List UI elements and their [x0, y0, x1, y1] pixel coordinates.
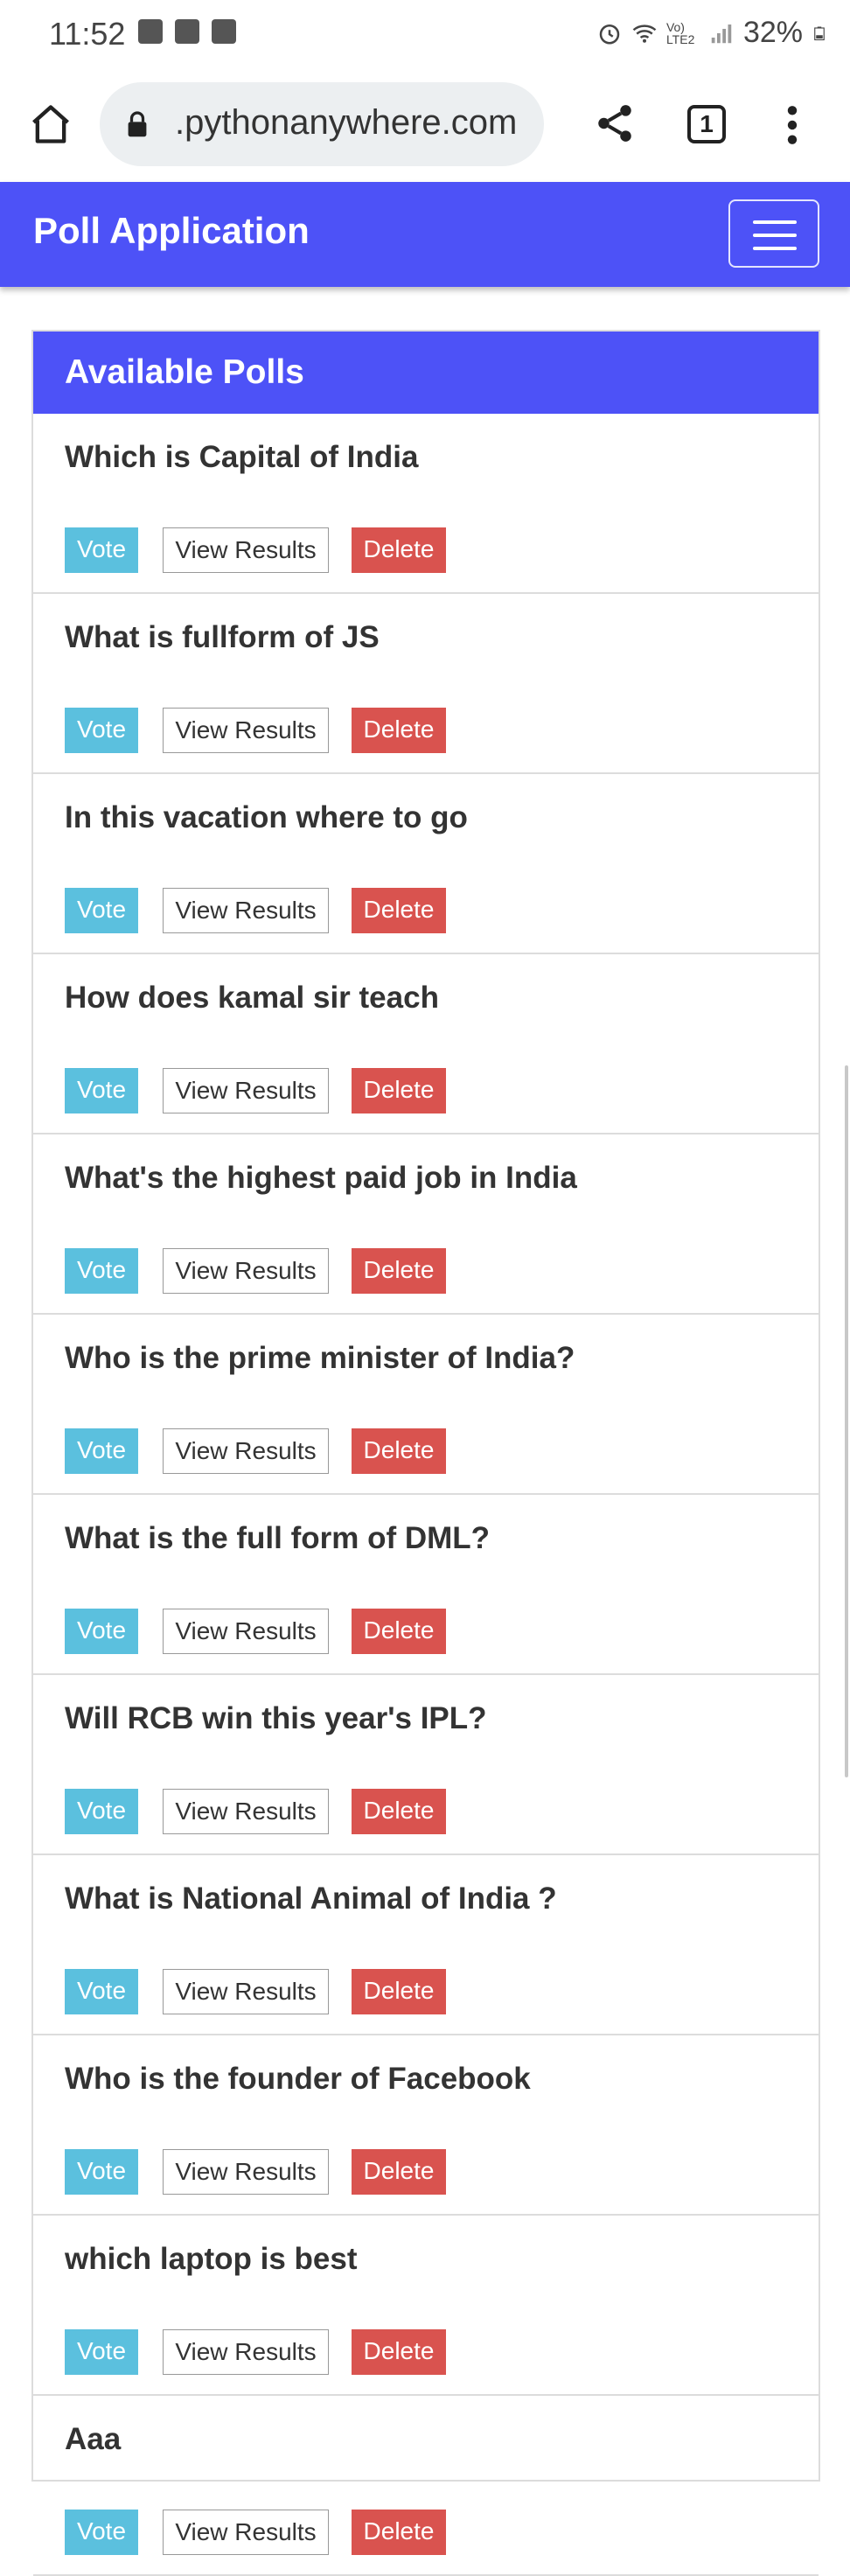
browser-toolbar: .pythonanywhere.com 1 [0, 68, 850, 182]
poll-question: Aaa [65, 2422, 122, 2456]
status-bar: 11:52 Vo) LTE2 32% [0, 0, 850, 68]
signal-icon [711, 24, 732, 43]
poll-list: Which is Capital of India Vote View Result… [33, 414, 819, 2576]
view-results-button[interactable]: View Results [163, 1789, 329, 1834]
view-results-button[interactable]: View Results [163, 1609, 329, 1654]
poll-item: which laptop is best Vote View Results Dele… [33, 2216, 819, 2396]
gallery-notification-icon [138, 19, 163, 44]
poll-item: Who is the prime minister of India? Vote V… [33, 1315, 819, 1495]
poll-question: In this vacation where to go [65, 800, 468, 834]
view-results-button[interactable]: View Results [163, 708, 329, 753]
network-label: Vo) LTE2 [665, 19, 695, 46]
poll-item: How does kamal sir teach Vote View Results… [33, 954, 819, 1134]
app-notification-icon [175, 19, 199, 44]
poll-item: Will RCB win this year's IPL? Vote View Re… [33, 1675, 819, 1855]
delete-button[interactable]: Delete [352, 2510, 446, 2555]
tab-switcher-button[interactable]: 1 [687, 105, 726, 143]
poll-question: which laptop is best [65, 2242, 358, 2276]
delete-button[interactable]: Delete [352, 527, 446, 573]
view-results-button[interactable]: View Results [163, 1068, 329, 1113]
view-results-button[interactable]: View Results [163, 2329, 329, 2375]
poll-item: What is the full form of DML? Vote View Re… [33, 1495, 819, 1675]
poll-question: What's the highest paid job in India [65, 1161, 577, 1195]
hamburger-icon-bar [753, 234, 797, 237]
lock-icon [128, 111, 147, 137]
polls-card: Available Polls Which is Capital of Indi… [31, 330, 820, 2576]
status-right: Vo) LTE2 32% [596, 16, 827, 50]
view-results-button[interactable]: View Results [163, 1248, 329, 1294]
vote-button[interactable]: Vote [65, 527, 138, 573]
delete-button[interactable]: Delete [352, 1969, 446, 2014]
delete-button[interactable]: Delete [352, 1248, 446, 1294]
hamburger-icon-bar [753, 247, 797, 250]
poll-question: What is the full form of DML? [65, 1521, 491, 1555]
vote-button[interactable]: Vote [65, 2329, 138, 2375]
vote-button[interactable]: Vote [65, 1428, 138, 1474]
poll-item: Who is the founder of Facebook Vote View R… [33, 2035, 819, 2216]
delete-button[interactable]: Delete [352, 1428, 446, 1474]
vote-button[interactable]: Vote [65, 1609, 138, 1654]
share-icon[interactable] [593, 101, 637, 145]
vote-button[interactable]: Vote [65, 1789, 138, 1834]
view-results-button[interactable]: View Results [163, 2510, 329, 2555]
poll-item: What is National Animal of India ? Vote Vi… [33, 1855, 819, 2035]
poll-question: Which is Capital of India [65, 440, 419, 474]
delete-button[interactable]: Delete [352, 888, 446, 933]
hamburger-icon [753, 220, 797, 224]
poll-question: How does kamal sir teach [65, 981, 439, 1015]
more-options-icon[interactable] [780, 103, 805, 147]
delete-button[interactable]: Delete [352, 2149, 446, 2195]
battery-percent: 32% [742, 16, 803, 49]
navbar: Poll Application [0, 182, 850, 287]
notification-icons [138, 19, 236, 44]
poll-item: What is fullform of JS Vote View Results De… [33, 594, 819, 774]
navbar-brand[interactable]: Poll Application [33, 210, 310, 252]
status-time: 11:52 [49, 16, 126, 52]
poll-item: In this vacation where to go Vote View Res… [33, 774, 819, 954]
address-bar[interactable]: .pythonanywhere.com [100, 82, 544, 166]
battery-icon [814, 26, 825, 40]
vote-button[interactable]: Vote [65, 888, 138, 933]
poll-item: Aaa Vote View Results Delete [33, 2396, 819, 2576]
view-results-button[interactable]: View Results [163, 1969, 329, 2014]
view-results-button[interactable]: View Results [163, 2149, 329, 2195]
vote-button[interactable]: Vote [65, 1248, 138, 1294]
view-results-button[interactable]: View Results [163, 888, 329, 933]
wifi-icon [632, 24, 657, 43]
delete-button[interactable]: Delete [352, 2329, 446, 2375]
poll-question: What is fullform of JS [65, 620, 380, 654]
poll-item: What's the highest paid job in India Vote… [33, 1134, 819, 1315]
delete-button[interactable]: Delete [352, 1609, 446, 1654]
poll-question: What is National Animal of India ? [65, 1881, 557, 1916]
vote-button[interactable]: Vote [65, 2510, 138, 2555]
poll-question: Who is the founder of Facebook [65, 2062, 531, 2096]
navbar-toggler-button[interactable] [728, 199, 819, 268]
view-results-button[interactable]: View Results [163, 1428, 329, 1474]
vote-button[interactable]: Vote [65, 1068, 138, 1113]
alarm-icon [599, 24, 620, 44]
poll-item: Which is Capital of India Vote View Result… [33, 414, 819, 594]
poll-question: Will RCB win this year's IPL? [65, 1701, 487, 1735]
delete-button[interactable]: Delete [352, 708, 446, 753]
url-text: .pythonanywhere.com [175, 103, 518, 142]
vote-button[interactable]: Vote [65, 1969, 138, 2014]
home-icon[interactable] [28, 101, 73, 147]
delete-button[interactable]: Delete [352, 1068, 446, 1113]
vote-button[interactable]: Vote [65, 708, 138, 753]
view-results-button[interactable]: View Results [163, 527, 329, 573]
media-notification-icon [212, 19, 236, 44]
card-title: Available Polls [33, 332, 819, 414]
delete-button[interactable]: Delete [352, 1789, 446, 1834]
poll-question: Who is the prime minister of India? [65, 1341, 575, 1375]
vote-button[interactable]: Vote [65, 2149, 138, 2195]
page-scrollbar[interactable] [845, 1065, 848, 1777]
